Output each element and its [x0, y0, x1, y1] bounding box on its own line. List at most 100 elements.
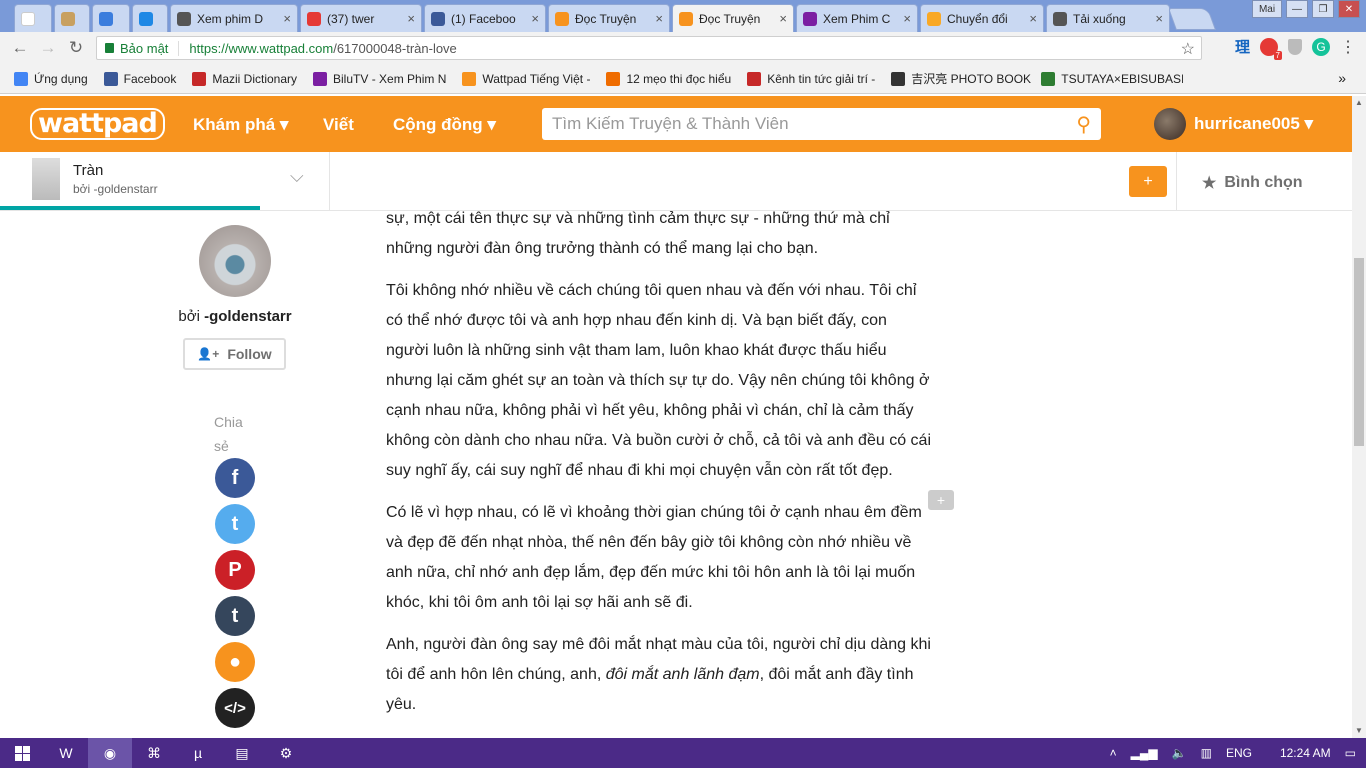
user-menu[interactable]: hurricane005 ▾ [1154, 108, 1313, 140]
author-name[interactable]: -goldenstarr [204, 308, 292, 325]
clock[interactable]: 12:24 AM [1280, 746, 1331, 760]
bookmark-item[interactable]: 12 mẹo thi đọc hiểu [598, 71, 739, 86]
scroll-up-icon[interactable]: ▲ [1352, 96, 1366, 110]
search-icon[interactable]: ⚲ [1076, 112, 1091, 137]
language-indicator[interactable]: ENG [1226, 746, 1252, 760]
volume-icon[interactable]: 🔈 [1172, 746, 1187, 760]
scroll-down-icon[interactable]: ▼ [1352, 724, 1366, 738]
inline-comment-icon[interactable]: + [928, 490, 954, 510]
username: hurricane005 ▾ [1194, 114, 1314, 133]
forward-icon[interactable]: → [34, 38, 62, 58]
new-tab-button[interactable] [1167, 8, 1217, 30]
close-tab-icon[interactable]: × [1029, 11, 1037, 26]
add-user-icon: 👤+ [197, 347, 220, 361]
notifications-icon[interactable]: ▭ [1345, 746, 1356, 760]
maximize-button[interactable]: ❐ [1312, 0, 1334, 18]
back-icon[interactable]: ← [6, 38, 34, 58]
pinterest-share-button[interactable]: P [215, 550, 255, 590]
wattpad-logo[interactable]: wattpad [30, 108, 165, 140]
address-bar[interactable]: Bảo mật https://www.wattpad.com/61700004… [96, 36, 1202, 60]
close-tab-icon[interactable]: × [655, 11, 663, 26]
tumblr-share-button[interactable]: t [215, 596, 255, 636]
browser-tab[interactable]: Chuyển đổi × [920, 4, 1044, 32]
story-author[interactable]: bởi -goldenstarr [73, 182, 158, 196]
browser-tab[interactable]: Tải xuống × [1046, 4, 1170, 32]
close-tab-icon[interactable]: × [903, 11, 911, 26]
search-input[interactable]: Tìm Kiếm Truyện & Thành Viên ⚲ [542, 108, 1101, 140]
story-bar: Tràn bởi -goldenstarr ⌵ + ★ Bình chọn [0, 152, 1352, 211]
browser-tab[interactable] [132, 4, 168, 32]
taskbar-app[interactable]: µ [176, 738, 220, 768]
shield-extension-icon[interactable] [1288, 38, 1302, 55]
menu-icon[interactable]: ⋮ [1340, 37, 1356, 57]
bookmark-item[interactable]: Ứng dụng [6, 71, 96, 86]
close-tab-icon[interactable]: × [531, 11, 539, 26]
tab-title: (1) Faceboo [451, 11, 516, 26]
browser-tab[interactable]: Xem Phim C × [796, 4, 918, 32]
bookmark-item[interactable]: Wattpad Tiếng Việt - [454, 71, 598, 86]
taskbar-app[interactable]: ▤ [220, 738, 264, 768]
add-to-library-button[interactable]: + [1129, 166, 1167, 197]
nav-discover[interactable]: Khám phá ▾ [193, 115, 288, 135]
bookmark-star-icon[interactable]: ☆ [1181, 39, 1195, 59]
browser-tab[interactable]: (1) Faceboo × [424, 4, 546, 32]
profile-button[interactable]: Mai [1252, 0, 1282, 18]
browser-tab[interactable] [54, 4, 90, 32]
chevron-down-icon[interactable]: ⌵ [290, 166, 304, 187]
show-hidden-icons-icon[interactable]: ˄ [1110, 746, 1117, 760]
close-tab-icon[interactable]: × [1155, 11, 1163, 26]
scrollbar[interactable]: ▲ ▼ [1352, 96, 1366, 738]
window-icon [99, 11, 113, 26]
browser-tab[interactable] [92, 4, 130, 32]
browser-tab[interactable]: Đọc Truyện × [672, 4, 794, 32]
close-window-button[interactable]: ✕ [1338, 0, 1360, 18]
twitter-share-button[interactable]: t [215, 504, 255, 544]
more-bookmarks-button[interactable]: » [1338, 70, 1346, 86]
tab-title: Xem Phim C [823, 11, 891, 26]
vote-button[interactable]: ★ Bình chọn [1202, 173, 1303, 193]
browser-tab[interactable] [14, 4, 52, 32]
taskbar-app[interactable]: W [44, 738, 88, 768]
nav-community[interactable]: Cộng đồng ▾ [393, 115, 496, 135]
taskbar-app[interactable]: ⚙ [264, 738, 308, 768]
bookmark-item[interactable]: BiluTV - Xem Phim N [305, 71, 454, 86]
bookmark-item[interactable]: 吉沢亮 PHOTO BOOK [883, 70, 1033, 87]
browser-tab[interactable]: Đọc Truyện × [548, 4, 670, 32]
divider [329, 152, 330, 210]
nav-write[interactable]: Viết [323, 115, 354, 135]
minimize-button[interactable]: — [1286, 0, 1308, 18]
close-tab-icon[interactable]: × [283, 11, 291, 26]
close-tab-icon[interactable]: × [407, 11, 415, 26]
story-title[interactable]: Tràn [73, 162, 103, 179]
follow-button[interactable]: 👤+ Follow [183, 338, 286, 370]
bookmark-item[interactable]: Facebook [96, 71, 185, 86]
bookmark-item[interactable]: Kênh tin tức giải trí - [739, 71, 883, 86]
bookmark-item[interactable]: Mazii Dictionary [184, 71, 305, 86]
extension-badge-icon[interactable]: 7 [1260, 37, 1282, 60]
tab-title: (37) twer [327, 11, 375, 26]
secure-indicator[interactable]: Bảo mật [97, 40, 180, 56]
bookmark-item[interactable]: TSUTAYA×EBISUBASI [1033, 71, 1183, 86]
windows-start-icon[interactable] [0, 738, 44, 768]
profile-share-button[interactable]: ● [215, 642, 255, 682]
author-avatar[interactable] [199, 225, 271, 297]
browser-tab[interactable]: (37) twer × [300, 4, 422, 32]
close-tab-icon[interactable]: × [779, 11, 787, 26]
reload-icon[interactable]: ↻ [62, 38, 90, 58]
taskbar-app[interactable]: ◉ [88, 738, 132, 768]
url-text[interactable]: https://www.wattpad.com/617000048-tràn-l… [179, 41, 456, 56]
browser-tab[interactable]: Xem phim D × [170, 4, 298, 32]
story-cover[interactable] [32, 158, 60, 200]
network-icon[interactable]: ▂▄▆ [1131, 746, 1158, 760]
embed-share-button[interactable]: </> [215, 688, 255, 728]
input-method-icon[interactable]: ▥ [1201, 746, 1212, 760]
facebook-share-button[interactable]: f [215, 458, 255, 498]
scroll-thumb[interactable] [1354, 258, 1364, 446]
grammarly-icon[interactable]: G [1312, 37, 1330, 56]
lightbulb-icon [606, 71, 621, 86]
author-line: bởi -goldenstarr [160, 308, 310, 325]
search-placeholder: Tìm Kiếm Truyện & Thành Viên [552, 114, 789, 133]
kanji-extension-icon[interactable]: 理 [1235, 36, 1250, 57]
store-icon [1041, 71, 1056, 86]
taskbar-app[interactable]: ⌘ [132, 738, 176, 768]
